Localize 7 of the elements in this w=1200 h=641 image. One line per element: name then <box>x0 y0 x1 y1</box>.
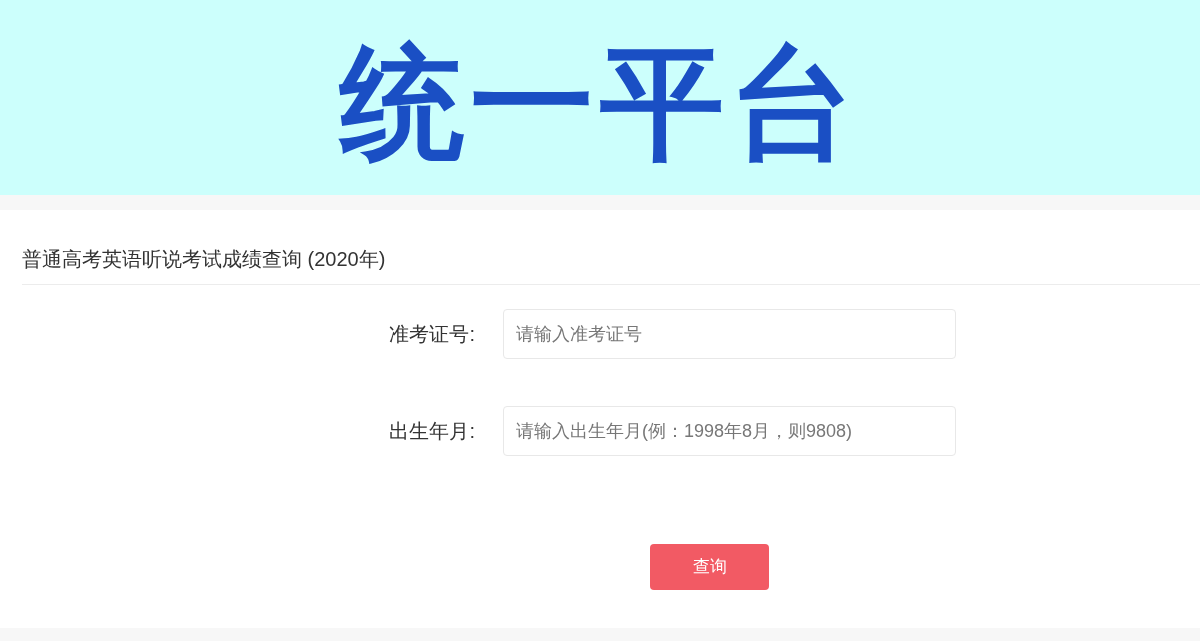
query-button[interactable]: 查询 <box>650 544 769 590</box>
input-field[interactable]: 请输入出生年月(例：1998年8月，则9808) <box>503 406 956 456</box>
field-label: 出生年月: <box>389 419 475 444</box>
banner-title: 统一平台 <box>340 40 860 165</box>
form-title: 普通高考英语听说考试成绩查询 (2020年) <box>22 248 386 270</box>
field-label: 准考证号: <box>389 322 475 347</box>
input-field[interactable]: 请输入准考证号 <box>503 309 956 359</box>
